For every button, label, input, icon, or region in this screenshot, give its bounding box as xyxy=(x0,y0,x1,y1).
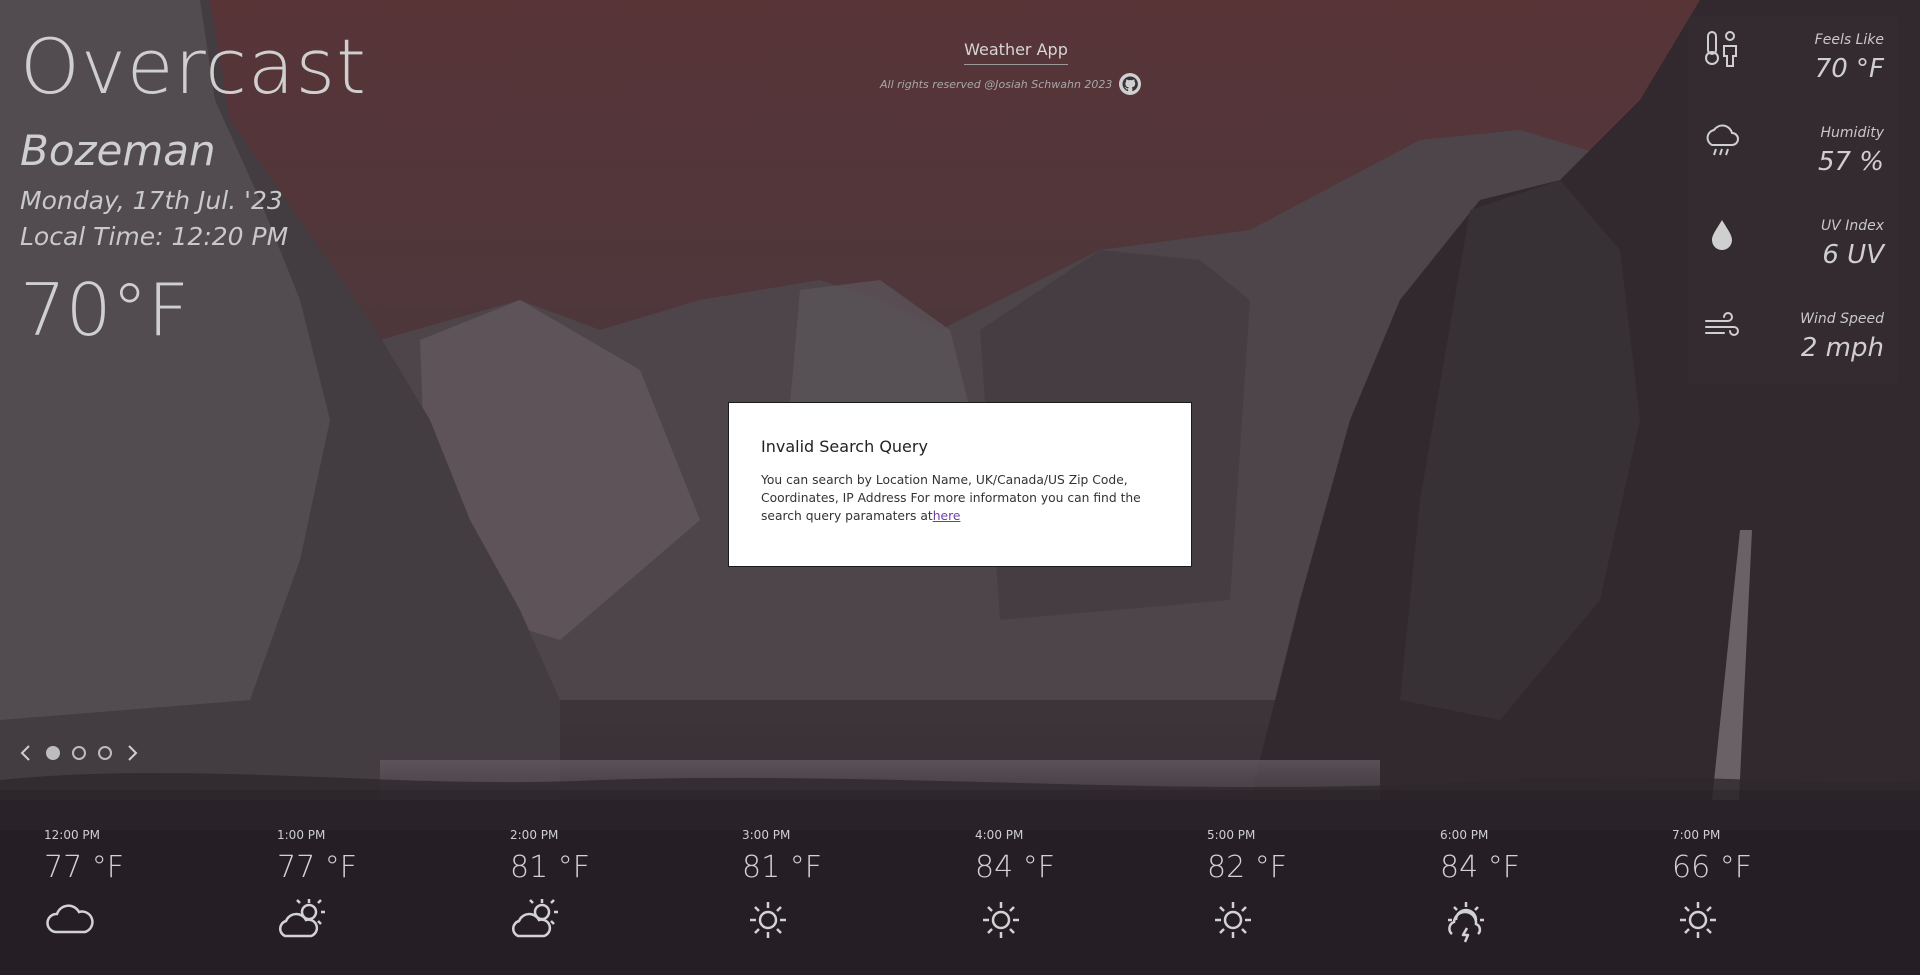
hour-temp: 81 °F xyxy=(742,850,822,885)
error-modal: Invalid Search Query You can search by L… xyxy=(728,402,1192,567)
hour-temp: 82 °F xyxy=(1207,850,1287,885)
cloud-drizzle-icon xyxy=(1702,121,1742,161)
condition-text: Overcast xyxy=(20,22,367,111)
sun-icon xyxy=(742,894,794,946)
detail-label: UV Index xyxy=(1820,218,1884,234)
hour-time: 6:00 PM xyxy=(1440,828,1489,842)
detail-label: Feels Like xyxy=(1814,32,1884,48)
detail-value: 2 mph xyxy=(1800,333,1884,363)
thermometer-person-icon xyxy=(1702,28,1742,68)
detail-wind-speed: Wind Speed 2 mph xyxy=(1688,295,1898,385)
hour-time: 2:00 PM xyxy=(510,828,559,842)
detail-value: 70 °F xyxy=(1814,54,1884,84)
sun-icon xyxy=(1207,894,1259,946)
carousel-dot-1[interactable] xyxy=(46,746,60,760)
sun-icon xyxy=(1672,894,1724,946)
detail-humidity: Humidity 57 % xyxy=(1688,109,1898,199)
cloud-icon xyxy=(44,894,96,946)
detail-uv-index: UV Index 6 UV xyxy=(1688,202,1898,292)
wind-icon xyxy=(1702,307,1742,347)
weather-details-panel: Feels Like 70 °F Humidity 57 % UV Index … xyxy=(1688,16,1898,384)
hour-temp: 81 °F xyxy=(510,850,590,885)
hour-time: 12:00 PM xyxy=(44,828,100,842)
detail-value: 57 % xyxy=(1817,147,1884,177)
detail-value: 6 UV xyxy=(1822,240,1884,270)
partly-sunny-icon xyxy=(277,894,329,946)
hour-time: 3:00 PM xyxy=(742,828,791,842)
hour-time: 4:00 PM xyxy=(975,828,1024,842)
github-icon[interactable] xyxy=(1118,72,1142,96)
modal-title: Invalid Search Query xyxy=(761,437,928,456)
hour-temp: 77 °F xyxy=(277,850,357,885)
chevron-right-icon[interactable] xyxy=(124,742,140,764)
carousel-dot-3[interactable] xyxy=(98,746,112,760)
date-text: Monday, 17th Jul. '23 xyxy=(20,186,283,215)
city-name: Bozeman xyxy=(20,126,216,175)
carousel-dot-2[interactable] xyxy=(72,746,86,760)
sun-storm-icon xyxy=(1440,894,1492,946)
hour-temp: 77 °F xyxy=(44,850,124,885)
carousel-controls xyxy=(18,742,140,764)
hour-time: 1:00 PM xyxy=(277,828,326,842)
hour-time: 5:00 PM xyxy=(1207,828,1256,842)
partly-sunny-icon xyxy=(510,894,562,946)
hourly-forecast: 12:00 PM 77 °F 1:00 PM 77 °F 2:00 PM 81 … xyxy=(0,790,1920,975)
copyright-text: All rights reserved @Josiah Schwahn 2023 xyxy=(880,78,1113,91)
local-time-text: Local Time: 12:20 PM xyxy=(20,222,289,251)
hour-time: 7:00 PM xyxy=(1672,828,1721,842)
modal-body: You can search by Location Name, UK/Cana… xyxy=(761,471,1161,525)
detail-feels-like: Feels Like 70 °F xyxy=(1688,16,1898,106)
detail-label: Humidity xyxy=(1820,125,1884,141)
search-docs-link[interactable]: here xyxy=(933,509,961,523)
current-temperature: 70°F xyxy=(20,268,190,352)
chevron-left-icon[interactable] xyxy=(18,742,34,764)
water-drop-icon xyxy=(1702,214,1742,254)
sun-icon xyxy=(975,894,1027,946)
hour-temp: 66 °F xyxy=(1672,850,1752,885)
hour-temp: 84 °F xyxy=(975,850,1055,885)
app-title: Weather App xyxy=(964,40,1068,65)
hour-temp: 84 °F xyxy=(1440,850,1520,885)
detail-label: Wind Speed xyxy=(1800,311,1884,327)
